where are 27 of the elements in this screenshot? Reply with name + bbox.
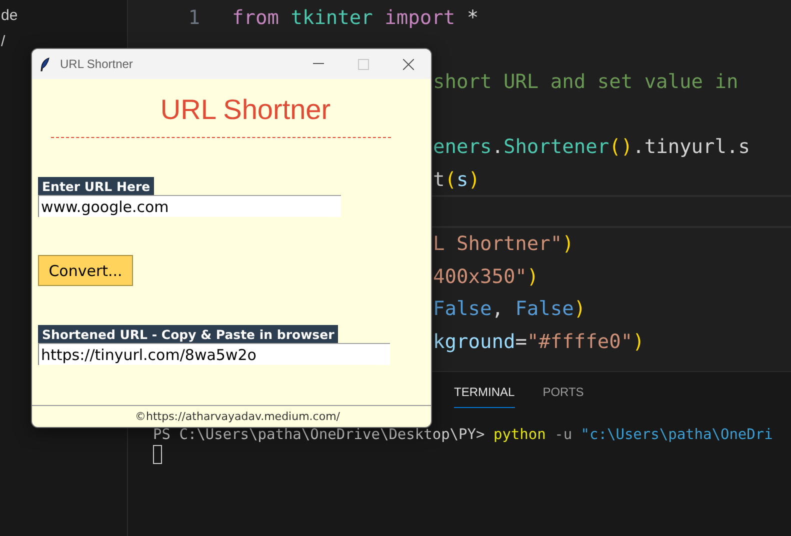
feather-icon [40, 56, 50, 72]
code-line: False, False) [433, 297, 586, 320]
app-heading: URL Shortner [160, 93, 331, 127]
code-line: t(s) [433, 168, 480, 191]
field-label: Enter URL Here [38, 177, 154, 195]
footer-credit: ©https://atharvayadav.medium.com/ [134, 410, 340, 423]
short-url-field[interactable]: https://tinyurl.com/8wa5w2o [38, 343, 390, 365]
terminal-command: PS C:\Users\patha\OneDrive\Desktop\PY> python -u "c:\Users\patha\OneDri [153, 427, 773, 443]
code-line: 400x350") [433, 264, 539, 288]
panel-tab[interactable]: PORTS [542, 372, 584, 408]
code-line: kground="#ffffe0") [433, 330, 644, 353]
minimize-icon [313, 63, 324, 65]
explorer-text: de [0, 6, 18, 26]
url-input-field[interactable]: www.google.com [38, 195, 341, 217]
window-title: URL Shortner [60, 57, 134, 71]
close-icon [403, 58, 414, 70]
maximize-icon [358, 58, 369, 70]
code-line: short URL and set value in [433, 70, 738, 94]
panel-tab[interactable]: TERMINAL [454, 372, 515, 408]
code-line: L Shortner") [433, 232, 574, 256]
field-label: Shortened URL - Copy & Paste in browser [38, 325, 338, 343]
code-line: from tkinter import * [232, 6, 479, 29]
convert-button[interactable]: Convert... [38, 255, 133, 286]
explorer-text: / [0, 32, 6, 52]
line-number: 1 [187, 6, 200, 29]
code-line: eners.Shortener().tinyurl.s [433, 135, 750, 158]
terminal-cursor [153, 445, 162, 464]
